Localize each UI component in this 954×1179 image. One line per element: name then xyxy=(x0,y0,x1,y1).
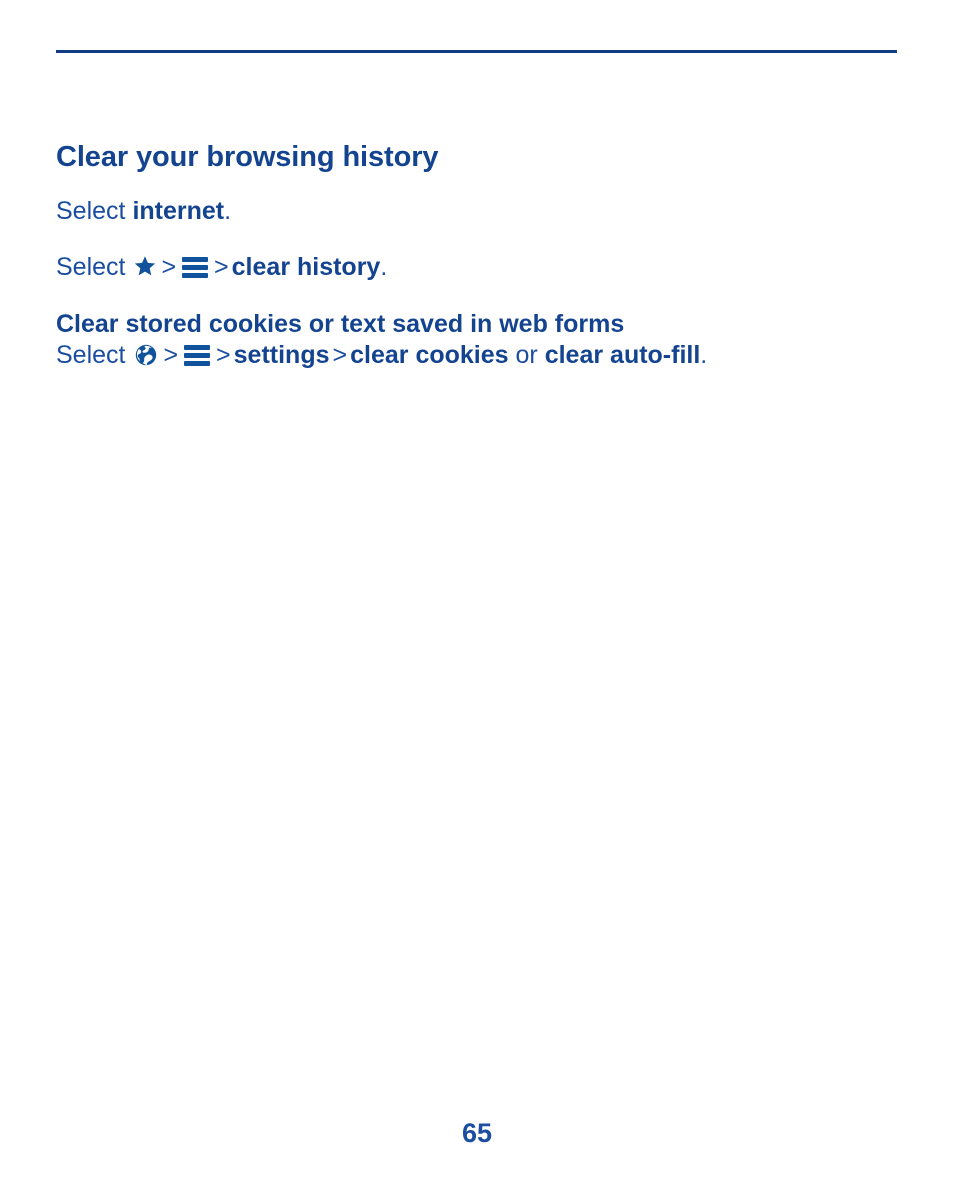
sentence-period: . xyxy=(380,253,388,281)
step-separator: > xyxy=(214,253,229,281)
menu-term-clear-cookies: clear cookies xyxy=(350,341,509,369)
sentence-period: . xyxy=(700,341,708,369)
globe-icon xyxy=(135,344,157,366)
instruction-lead: Select xyxy=(56,197,126,225)
instruction-line-clear-cookies: Select > > settings > clear cookies or clea… xyxy=(56,340,906,370)
header-rule xyxy=(56,50,897,53)
menu-term-clear-history: clear history xyxy=(231,253,381,281)
instruction-lead: Select xyxy=(56,341,126,369)
conjunction: or xyxy=(515,341,538,369)
instruction-line-clear-history: Select > > clear history. xyxy=(56,252,906,282)
content-column: Clear your browsing history Select inter… xyxy=(56,140,906,370)
page-number: 65 xyxy=(461,1118,493,1148)
menu-icon xyxy=(184,345,211,366)
menu-term-internet: internet xyxy=(132,197,225,225)
page-title: Clear your browsing history xyxy=(56,141,439,173)
menu-term-clear-auto-fill: clear auto-fill xyxy=(544,341,701,369)
instruction-lead: Select xyxy=(56,253,126,281)
sentence-period: . xyxy=(224,197,232,225)
star-icon xyxy=(134,255,156,277)
menu-term-settings: settings xyxy=(233,341,330,369)
menu-icon xyxy=(182,257,209,278)
section-heading-cookies: Clear stored cookies or text saved in we… xyxy=(56,310,625,338)
step-separator: > xyxy=(332,341,348,369)
instruction-line-select-internet: Select internet. xyxy=(56,196,906,226)
step-separator: > xyxy=(163,341,179,369)
manual-page: Clear your browsing history Select inter… xyxy=(0,0,954,1179)
step-separator: > xyxy=(161,253,177,281)
step-separator: > xyxy=(216,341,231,369)
